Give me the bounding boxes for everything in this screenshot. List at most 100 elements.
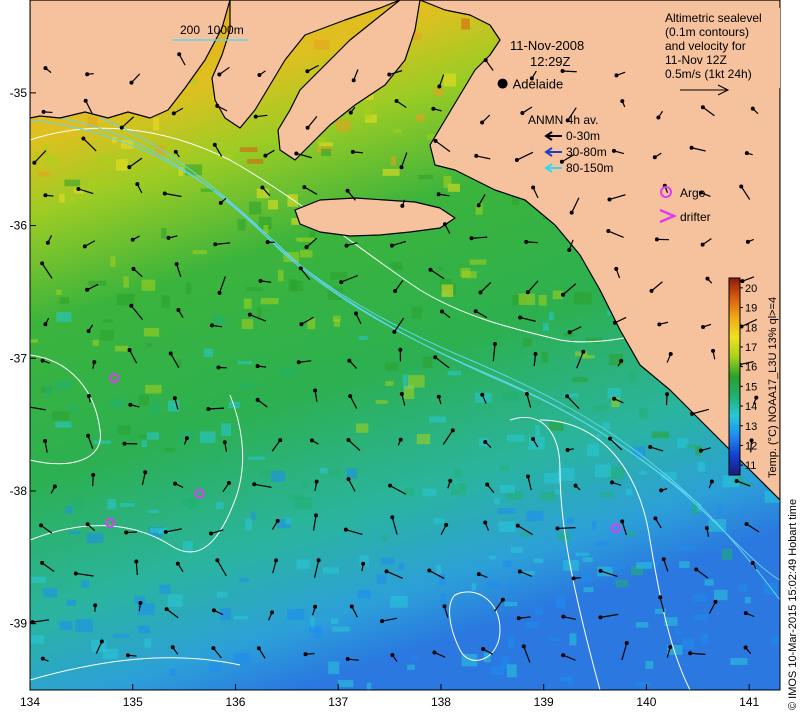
sst-patch (543, 323, 549, 331)
colorbar-tick-label: 19 (745, 303, 757, 315)
sst-patch (237, 361, 252, 364)
velocity-arrow-head (609, 437, 612, 440)
sst-patch (165, 448, 175, 452)
velocity-arrow-head (611, 481, 614, 484)
sst-patch (216, 502, 223, 509)
sst-patch (436, 565, 441, 574)
colorbar-tick-label: 14 (745, 401, 757, 413)
velocity-arrow-head (599, 570, 602, 573)
sst-patch (382, 535, 387, 541)
velocity-arrow-head (228, 482, 231, 485)
velocity-arrow-head (399, 348, 402, 351)
velocity-arrow-head (46, 241, 49, 244)
sst-patch (549, 312, 554, 320)
velocity-arrow-head (129, 403, 132, 406)
sst-patch (601, 492, 614, 497)
velocity-arrow-head (657, 116, 660, 119)
sst-patch (69, 407, 79, 412)
sst-patch (76, 619, 93, 632)
sst-patch (289, 279, 297, 292)
sst-patch (329, 469, 340, 476)
sst-patch (470, 260, 487, 265)
sst-patch (549, 638, 560, 642)
sst-patch (103, 649, 119, 659)
sst-patch (112, 137, 117, 143)
sst-patch (519, 294, 535, 305)
sst-patch (110, 256, 115, 267)
colorbar-tick-label: 13 (745, 421, 757, 433)
velocity-arrow-head (484, 441, 487, 444)
velocity-arrow-head (223, 441, 226, 444)
sst-patch (549, 422, 564, 431)
velocity-arrow-head (515, 159, 518, 162)
velocity-arrow-head (615, 74, 618, 77)
velocity-arrow-head (434, 140, 437, 143)
sst-patch (253, 688, 266, 699)
sst-patch (416, 114, 425, 121)
velocity-arrow-head (428, 569, 431, 572)
velocity-arrow-head (532, 438, 535, 441)
velocity-arrow-head (94, 604, 97, 607)
velocity-arrow-head (174, 482, 177, 485)
sst-patch (705, 579, 714, 585)
velocity-arrow-head (434, 356, 437, 359)
sst-patch (442, 285, 454, 297)
sst-patch (364, 109, 372, 119)
sst-patch (636, 622, 648, 628)
velocity-arrow-head (83, 245, 86, 248)
velocity-arrow-head (655, 238, 658, 241)
velocity-arrow-head (214, 243, 217, 246)
y-tick-label: -38 (10, 484, 28, 498)
velocity-arrow-head (306, 70, 309, 73)
velocity-arrow-head (87, 330, 90, 333)
velocity-arrow-head (213, 143, 216, 146)
sst-patch (381, 558, 395, 565)
velocity-arrow-head (169, 352, 172, 355)
sst-patch (297, 560, 310, 569)
sst-patch (60, 621, 73, 630)
sst-patch (503, 392, 519, 402)
velocity-arrow-head (621, 100, 624, 103)
velocity-arrow-head (470, 237, 473, 240)
velocity-arrow-head (582, 350, 585, 353)
sst-patch (59, 194, 65, 203)
velocity-arrow-head (352, 79, 355, 82)
velocity-arrow-head (279, 439, 282, 442)
sst-patch (123, 276, 129, 287)
sst-map-figure: 134135136137138139140141 -35-36-37-38-39… (0, 0, 800, 720)
sst-patch (338, 680, 353, 687)
sst-patch (472, 583, 476, 590)
velocity-arrow-head (659, 596, 662, 599)
sst-patch (534, 558, 544, 563)
velocity-arrow-head (186, 437, 189, 440)
sst-patch (60, 297, 70, 304)
sst-patch (328, 662, 339, 675)
sst-patch (408, 375, 425, 387)
sst-patch (676, 630, 682, 634)
sst-patch (117, 294, 135, 305)
colorbar-tick-label: 12 (745, 440, 757, 452)
velocity-arrow-head (248, 313, 251, 316)
velocity-arrow-head (666, 393, 669, 396)
velocity-arrow-head (139, 602, 142, 605)
velocity-arrow-head (481, 121, 484, 124)
sst-patch (120, 153, 127, 158)
velocity-arrow-head (132, 267, 135, 270)
sst-patch (245, 518, 252, 530)
sst-patch (439, 574, 446, 586)
sst-patch (233, 653, 250, 666)
sst-patch (511, 547, 523, 553)
velocity-arrow-head (41, 359, 44, 362)
sst-patch (377, 574, 387, 583)
velocity-arrow-head (649, 446, 652, 449)
velocity-arrow-head (300, 323, 303, 326)
x-tick-label: 139 (534, 695, 554, 709)
velocity-arrow-head (216, 559, 219, 562)
colorbar-tick-label: 18 (745, 322, 757, 334)
velocity-arrow-head (315, 480, 318, 483)
velocity-arrow-head (522, 645, 525, 648)
velocity-arrow-head (399, 438, 402, 441)
map-plot-area (27, 0, 792, 698)
sst-patch (142, 440, 147, 447)
sst-patch (145, 385, 162, 394)
